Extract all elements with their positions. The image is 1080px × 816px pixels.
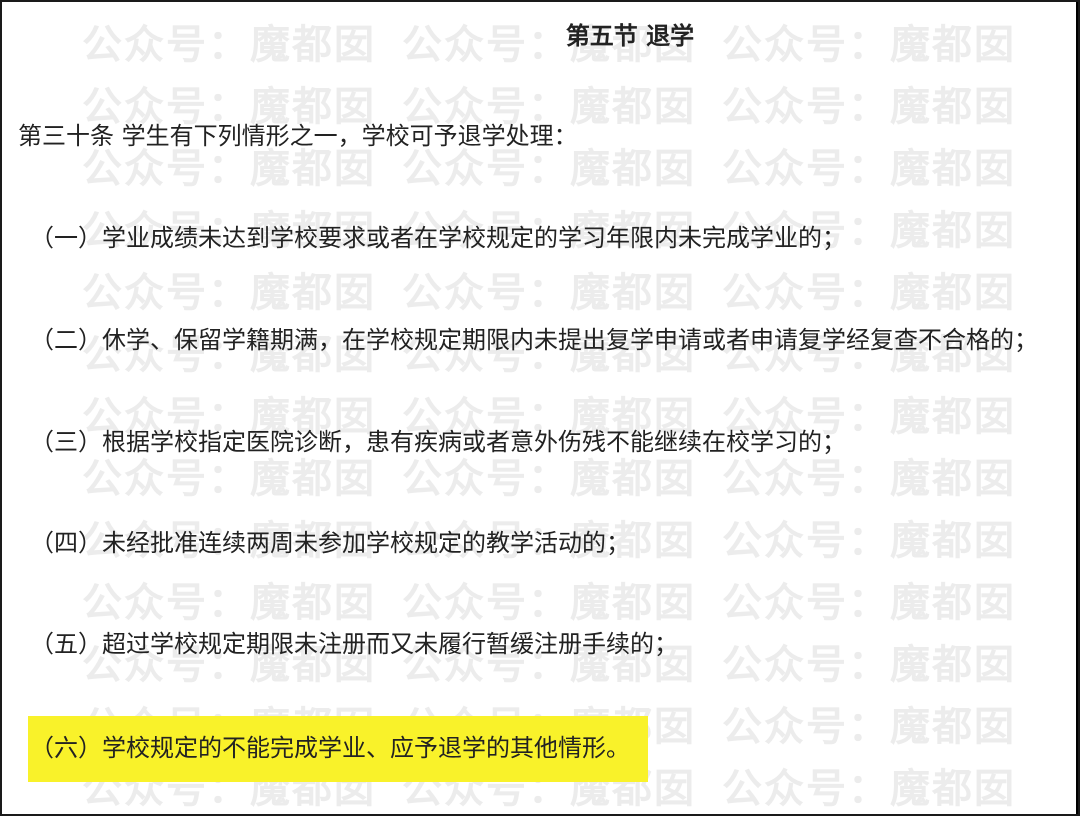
list-item-highlighted: （六）学校规定的不能完成学业、应予退学的其他情形。 — [30, 734, 630, 762]
watermark-text: 公众号：魔都囡 — [722, 146, 1016, 192]
section-title-text: 第五节 退学 — [565, 22, 695, 50]
watermark-text: 公众号：魔都囡 — [82, 580, 376, 626]
document-frame: 公众号：魔都囡 公众号：魔都囡 公众号：魔都囡 公众号：魔都囡 公众号：魔都囡 公众号：魔… — [0, 0, 1080, 816]
list-item: （四）未经批准连续两周未参加学校规定的教学活动的； — [30, 529, 630, 557]
watermark-text: 公众号：魔都囡 — [722, 642, 1016, 688]
list-item: （五）超过学校规定期限未注册而又未履行暂缓注册手续的； — [30, 630, 678, 658]
watermark-text: 公众号：魔都囡 — [82, 270, 376, 316]
list-item: （一）学业成绩未达到学校要求或者在学校规定的学习年限内未完成学业的； — [30, 224, 846, 252]
watermark-text: 公众号：魔都囡 — [402, 270, 696, 316]
watermark-text: 公众号：魔都囡 — [722, 270, 1016, 316]
watermark-text: 公众号：魔都囡 — [722, 84, 1016, 130]
watermark-text: 公众号：魔都囡 — [722, 580, 1016, 626]
watermark-text: 公众号：魔都囡 — [722, 518, 1016, 564]
list-item: （三）根据学校指定医院诊断，患有疾病或者意外伤残不能继续在校学习的； — [30, 428, 846, 456]
article-intro: 第三十条 学生有下列情形之一，学校可予退学处理： — [18, 122, 578, 150]
list-item: （二）休学、保留学籍期满，在学校规定期限内未提出复学申请或者申请复学经复查不合格… — [30, 326, 1038, 354]
section-title: 第五节 退学 — [2, 16, 1078, 51]
watermark-text: 公众号：魔都囡 — [402, 580, 696, 626]
watermark-text: 公众号：魔都囡 — [722, 766, 1016, 812]
watermark-text: 公众号：魔都囡 — [722, 704, 1016, 750]
